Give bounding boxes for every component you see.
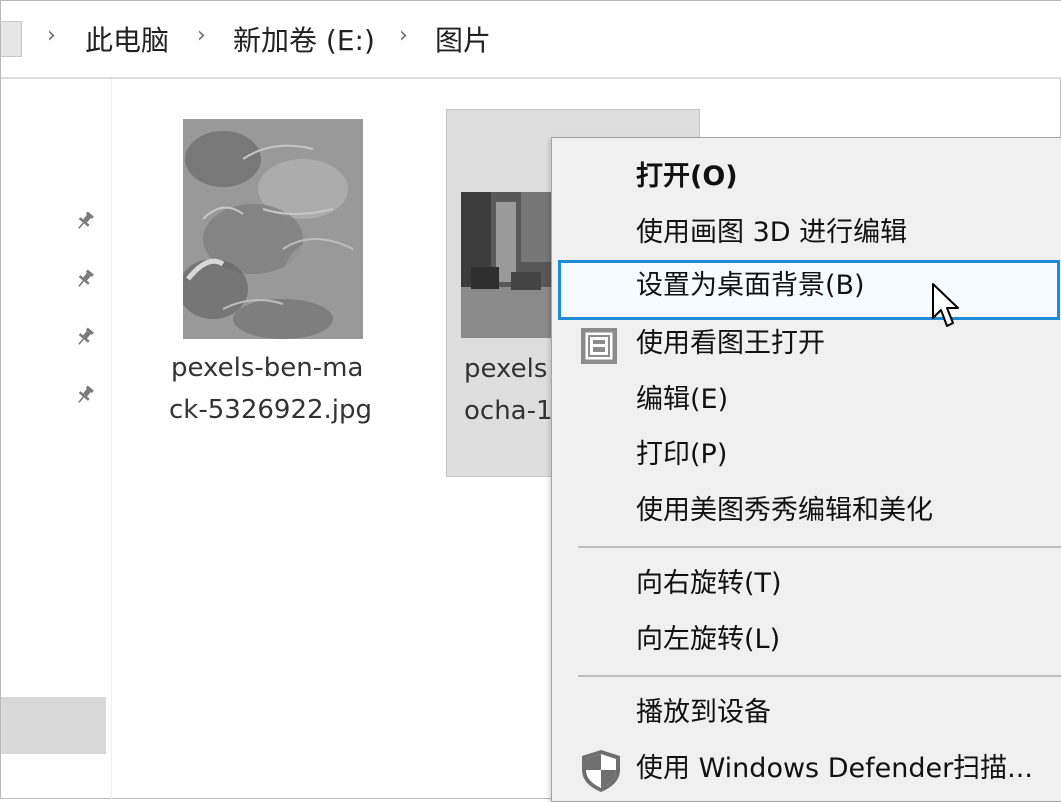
menu-separator — [578, 546, 1061, 548]
menu-item-edit-paint3d[interactable]: 使用画图 3D 进行编辑 — [558, 207, 1061, 261]
file-name: pexels — [464, 354, 548, 384]
menu-item-rotate-right[interactable]: 向右旋转(T) — [558, 558, 1061, 612]
menu-item-edit[interactable]: 编辑(E) — [558, 374, 1061, 428]
menu-item-print[interactable]: 打印(P) — [558, 429, 1061, 483]
pin-icon[interactable] — [75, 269, 95, 289]
location-icon — [1, 21, 22, 57]
explorer-window: › 此电脑 › 新加卷 (E:) › 图片 pexels-ben-ma ck-5… — [0, 0, 1061, 802]
image-thumbnail — [461, 192, 553, 338]
pin-icon[interactable] — [75, 385, 95, 405]
menu-item-label: 使用看图王打开 — [636, 328, 825, 359]
file-name: pexels-ben-ma — [171, 353, 364, 383]
menu-item-open[interactable]: 打开(O) — [558, 151, 1061, 205]
menu-item-open-with-kantuwang[interactable]: 使用看图王打开 — [558, 318, 1061, 372]
breadcrumb-separator: › — [47, 23, 56, 48]
menu-item-label: 播放到设备 — [636, 697, 771, 728]
menu-item-label: 打印(P) — [636, 439, 728, 470]
pin-icon[interactable] — [75, 327, 95, 347]
menu-item-label: 使用画图 3D 进行编辑 — [636, 217, 908, 248]
menu-item-rotate-left[interactable]: 向左旋转(L) — [558, 614, 1061, 668]
menu-item-label: 向右旋转(T) — [636, 568, 782, 599]
file-name: ck-5326922.jpg — [169, 395, 373, 425]
pin-icon[interactable] — [75, 211, 95, 231]
menu-item-label: 设置为桌面背景(B) — [636, 270, 865, 301]
menu-item-label: 使用 Windows Defender扫描... — [636, 753, 1033, 784]
menu-item-cast-to-device[interactable]: 播放到设备 — [558, 687, 1061, 741]
menu-separator — [578, 675, 1061, 677]
breadcrumb-separator: › — [399, 23, 408, 48]
breadcrumb-item-pictures[interactable]: 图片 — [435, 19, 491, 59]
menu-item-label: 编辑(E) — [636, 384, 729, 415]
navigation-pane[interactable] — [1, 79, 112, 799]
file-name: ocha-1 — [464, 396, 553, 426]
breadcrumb-separator: › — [197, 23, 206, 48]
menu-item-label: 使用美图秀秀编辑和美化 — [636, 495, 933, 526]
breadcrumb-item-this-pc[interactable]: 此电脑 — [85, 19, 169, 59]
image-viewer-icon — [581, 328, 617, 364]
menu-item-defender-scan[interactable]: 使用 Windows Defender扫描... — [558, 743, 1061, 797]
file-item[interactable]: pexels-ben-ma ck-5326922.jpg — [161, 109, 401, 449]
menu-item-label: 向左旋转(L) — [636, 624, 781, 655]
context-menu: 打开(O) 使用画图 3D 进行编辑 设置为桌面背景(B) 使用看图王打开 编辑… — [551, 137, 1061, 802]
menu-item-edit-meitu[interactable]: 使用美图秀秀编辑和美化 — [558, 485, 1061, 539]
nav-item-selected[interactable] — [1, 697, 106, 754]
address-bar[interactable]: › 此电脑 › 新加卷 (E:) › 图片 — [1, 1, 1061, 79]
image-thumbnail — [183, 119, 363, 339]
menu-item-set-desktop-background[interactable]: 设置为桌面背景(B) — [558, 260, 1060, 320]
menu-item-label: 打开(O) — [636, 161, 738, 192]
windows-defender-shield-icon — [582, 750, 620, 792]
breadcrumb-item-volume-e[interactable]: 新加卷 (E:) — [233, 19, 375, 59]
mouse-pointer-icon — [932, 283, 959, 327]
